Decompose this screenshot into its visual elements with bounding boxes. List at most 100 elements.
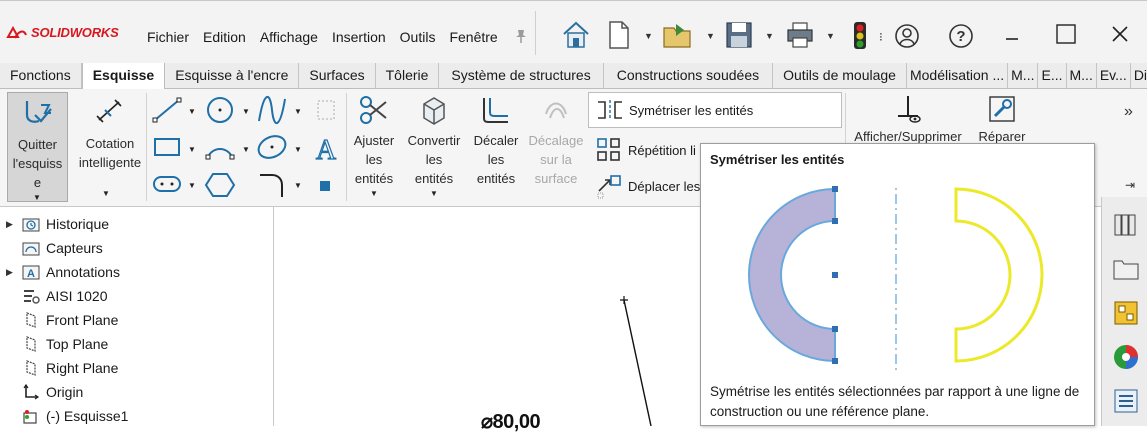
spline-dropdown-icon[interactable]: ▼ [294,107,302,116]
tab-m1[interactable]: M... [1008,63,1039,89]
menu-edition[interactable]: Edition [196,29,253,45]
expand-arrow-icon[interactable]: ▶ [6,219,20,230]
tree-item-top-plane[interactable]: Top Plane [6,333,108,355]
tab-ev[interactable]: Ev... [1097,63,1131,89]
offset-entities-button[interactable]: Décaler les entités [470,92,522,202]
point-icon[interactable] [318,179,332,193]
tab-systeme-structures[interactable]: Système de structures [439,63,604,89]
ellipse-dropdown-icon[interactable]: ▼ [294,145,302,154]
save-icon[interactable] [724,20,754,50]
tab-tolerie[interactable]: Tôlerie [376,63,440,89]
linear-pattern-button[interactable]: Répétition li [596,137,696,163]
circle-dropdown-icon[interactable]: ▼ [242,107,250,116]
offset-on-surface-button[interactable]: Décalage sur la surface [526,92,586,202]
tree-item-material[interactable]: AISI 1020 [6,285,108,307]
tree-item-capteurs[interactable]: Capteurs [6,237,103,259]
tab-esquisse[interactable]: Esquisse [81,63,166,90]
tab-constructions-soudees[interactable]: Constructions soudées [604,63,774,89]
trim-label-1: Ajuster [353,133,395,148]
tab-surfaces[interactable]: Surfaces [299,63,376,89]
new-dropdown-icon[interactable]: ▼ [644,31,653,41]
mirror-entities-button[interactable]: Symétriser les entités [588,92,842,128]
slot-icon[interactable] [152,173,182,195]
new-document-icon[interactable] [606,20,632,50]
slot-dropdown-icon[interactable]: ▼ [188,181,196,190]
surface-sketch-icon[interactable] [314,97,338,123]
polygon-icon[interactable] [204,171,236,199]
open-dropdown-icon[interactable]: ▼ [706,31,715,41]
arc-icon[interactable] [204,133,236,161]
tree-item-historique[interactable]: ▶ Historique [6,213,109,235]
convert-dropdown-icon[interactable]: ▼ [430,189,438,198]
move-entities-button[interactable]: Déplacer les [596,173,700,199]
custom-properties-button[interactable] [1110,385,1142,417]
ellipse-icon[interactable] [256,133,288,161]
home-icon[interactable] [561,20,591,50]
close-button[interactable] [1100,19,1140,49]
pin-menu-icon[interactable] [514,28,528,44]
tree-item-front-plane[interactable]: Front Plane [6,309,118,331]
tree-item-right-plane[interactable]: Right Plane [6,357,118,379]
tab-fonctions[interactable]: Fonctions [0,63,82,89]
tab-e[interactable]: E... [1038,63,1067,89]
solidworks-logo[interactable]: SOLIDWORKS [6,25,119,40]
help-icon[interactable]: ? [948,23,974,49]
tab-modelisation[interactable]: Modélisation ... [907,63,1009,89]
sketch-line[interactable] [623,299,652,426]
menu-fichier[interactable]: Fichier [140,29,196,45]
tooltip-description: Symétrise les entités sélectionnées par … [710,384,1080,419]
tab-di[interactable]: Di... [1131,63,1147,89]
fillet-dropdown-icon[interactable]: ▼ [294,181,302,190]
line-icon[interactable] [152,97,182,123]
arc-dropdown-icon[interactable]: ▼ [242,145,250,154]
maximize-button[interactable] [1046,19,1086,49]
appearances-button[interactable] [1110,341,1142,373]
rectangle-icon[interactable] [152,135,182,159]
more-commands-chevron-icon[interactable]: » [1124,103,1133,121]
smart-dimension-button[interactable]: Cotation intelligente [75,92,145,202]
open-folder-icon[interactable] [662,20,694,50]
menu-insertion[interactable]: Insertion [325,29,393,45]
trim-entities-button[interactable]: Ajuster les entités [350,92,398,202]
menu-affichage[interactable]: Affichage [253,29,325,45]
circle-icon[interactable] [204,95,236,125]
exit-sketch-icon [25,101,52,123]
repair-sketch-button[interactable]: Réparer [972,92,1032,144]
smart-dimension-dropdown-icon[interactable]: ▼ [102,189,110,198]
offset-entities-icon [483,98,508,123]
rebuild-options-icon[interactable]: ⁝ [879,30,883,44]
tree-item-annotations[interactable]: ▶ A Annotations [6,261,120,283]
convert-entities-button[interactable]: Convertir les entités [404,92,464,202]
expand-arrow-icon[interactable]: ▶ [6,267,20,278]
menu-outils[interactable]: Outils [393,29,443,45]
mirror-entities-icon [598,100,622,120]
tree-item-origin[interactable]: Origin [6,381,83,403]
display-delete-relations-button[interactable]: Afficher/Supprimer [848,92,968,144]
spline-icon[interactable] [256,95,288,125]
design-library-button[interactable] [1110,209,1142,241]
diameter-dimension[interactable]: ⌀80,00 [481,409,541,434]
exit-sketch-button[interactable]: Quitter l'esquiss e [7,92,68,202]
text-icon[interactable]: A [310,133,342,163]
mirror-illustration-icon [748,184,1044,374]
rectangle-dropdown-icon[interactable]: ▼ [188,145,196,154]
file-explorer-button[interactable] [1110,253,1142,285]
minimize-button[interactable] [992,19,1032,49]
rebuild-traffic-light-icon[interactable] [850,21,870,51]
trim-dropdown-icon[interactable]: ▼ [370,189,378,198]
print-dropdown-icon[interactable]: ▼ [826,31,835,41]
tab-m2[interactable]: M... [1067,63,1097,89]
print-icon[interactable] [785,21,815,49]
tree-item-esquisse1[interactable]: (-) Esquisse1 [6,405,128,427]
exit-sketch-dropdown-icon[interactable]: ▼ [33,193,41,202]
line-dropdown-icon[interactable]: ▼ [188,107,196,116]
view-palette-button[interactable] [1110,297,1142,329]
fillet-icon[interactable] [256,171,288,199]
smart-dimension-icon [96,99,122,123]
tab-outils-moulage[interactable]: Outils de moulage [773,63,907,89]
taskpane-pin-icon[interactable]: ⇥ [1125,178,1135,192]
user-icon[interactable] [894,23,920,49]
save-dropdown-icon[interactable]: ▼ [765,31,774,41]
menu-fenetre[interactable]: Fenêtre [442,29,504,45]
tab-esquisse-encre[interactable]: Esquisse à l'encre [165,63,300,89]
